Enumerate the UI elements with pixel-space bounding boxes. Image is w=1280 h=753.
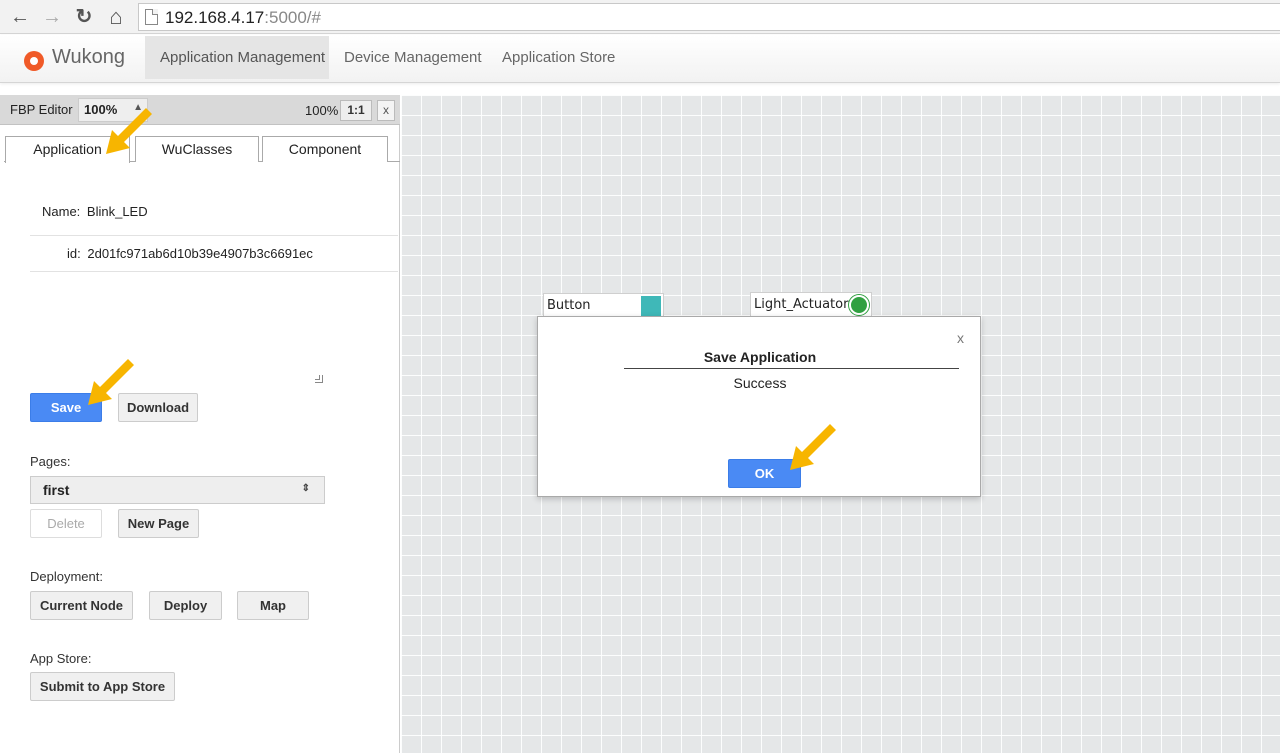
- map-button[interactable]: Map: [237, 591, 309, 620]
- deployment-label: Deployment:: [30, 569, 103, 584]
- current-node-button[interactable]: Current Node: [30, 591, 133, 620]
- address-bar[interactable]: 192.168.4.17:5000/#: [138, 3, 1280, 31]
- nav-tab-device-management[interactable]: Device Management: [329, 36, 497, 79]
- light-bulb-icon: [849, 295, 869, 315]
- button-component-icon: [641, 296, 661, 316]
- dialog-message: Success: [733, 375, 787, 391]
- pages-select-value: first: [43, 482, 70, 498]
- wukong-logo-icon: [24, 51, 44, 71]
- panel-tabs: Application WuClasses Component: [4, 136, 400, 163]
- dialog-title: Save Application: [703, 349, 817, 365]
- app-name-row: Name: Blink_LED: [42, 204, 410, 219]
- id-value: 2d01fc971ab6d10b39e4907b3c6691ec: [87, 246, 313, 261]
- delete-page-button[interactable]: Delete: [30, 509, 102, 538]
- home-icon[interactable]: ⌂: [104, 5, 128, 29]
- id-label: id:: [67, 246, 81, 261]
- app-navbar: Wukong Application Management Device Man…: [0, 35, 1280, 83]
- brand-name: Wukong: [52, 46, 126, 68]
- zoom-display: 100%: [305, 103, 339, 118]
- description-textarea[interactable]: [30, 290, 325, 385]
- new-page-button[interactable]: New Page: [118, 509, 199, 538]
- fbp-header: FBP Editor 100% ▲ 100% 1:1 x: [0, 95, 400, 125]
- fbp-title: FBP Editor: [10, 102, 73, 117]
- annotation-arrow-icon: [88, 359, 134, 405]
- dialog-divider: [624, 368, 959, 369]
- url-text: 192.168.4.17:5000/#: [165, 8, 321, 27]
- updown-icon: ⇕: [301, 483, 310, 494]
- annotation-arrow-icon: [106, 108, 152, 154]
- app-id-row: id: 2d01fc971ab6d10b39e4907b3c6691ec: [67, 246, 435, 261]
- pages-label: Pages:: [30, 454, 71, 469]
- pages-select[interactable]: first ⇕: [30, 476, 325, 504]
- forward-arrow-icon[interactable]: →: [40, 5, 64, 29]
- tab-component[interactable]: Component: [262, 136, 388, 162]
- divider: [30, 271, 398, 272]
- close-editor-button[interactable]: x: [377, 100, 395, 121]
- reset-zoom-button[interactable]: 1:1: [340, 100, 372, 121]
- divider: [30, 235, 398, 236]
- app-store-label: App Store:: [30, 651, 92, 666]
- deploy-button[interactable]: Deploy: [149, 591, 222, 620]
- page-icon: [145, 9, 158, 25]
- browser-toolbar: ← → ↻ ⌂ 192.168.4.17:5000/#: [0, 0, 1280, 34]
- nav-tab-application-store[interactable]: Application Store: [487, 36, 630, 79]
- submit-app-store-button[interactable]: Submit to App Store: [30, 672, 175, 701]
- fbp-editor-panel: FBP Editor 100% ▲ 100% 1:1 x Application…: [0, 95, 400, 753]
- annotation-arrow-icon: [790, 424, 836, 470]
- save-application-dialog: x Save Application Success OK: [537, 316, 981, 497]
- name-value: Blink_LED: [86, 204, 148, 219]
- resize-handle-icon[interactable]: [315, 375, 323, 383]
- nav-tab-application-management[interactable]: Application Management: [145, 36, 329, 79]
- close-icon[interactable]: x: [957, 330, 964, 346]
- back-arrow-icon[interactable]: ←: [8, 5, 32, 29]
- name-label: Name:: [42, 204, 81, 219]
- reload-icon[interactable]: ↻: [72, 5, 96, 29]
